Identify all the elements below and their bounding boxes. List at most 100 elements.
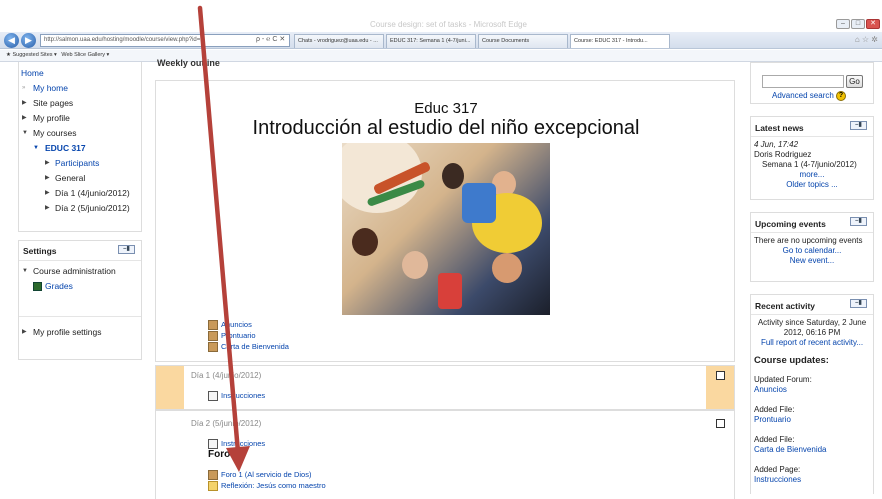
course-banner-image bbox=[342, 143, 550, 315]
forum-icon bbox=[208, 470, 218, 481]
bullet-icon: » bbox=[22, 85, 26, 91]
forward-icon[interactable]: ▶ bbox=[21, 33, 36, 48]
news-date: 4 Jun, 17:42 bbox=[754, 140, 799, 149]
upcoming-events-block: Upcoming events –▮ There are no upcoming … bbox=[750, 212, 874, 282]
nav-my-profile[interactable]: ▶ My profile bbox=[19, 111, 141, 126]
upcoming-events-header: Upcoming events –▮ bbox=[751, 213, 873, 233]
browser-tab[interactable]: EDUC 317: Semana 1 (4-7/juni... bbox=[386, 34, 476, 48]
maximize-icon[interactable]: □ bbox=[851, 19, 865, 29]
section-date: Día 2 (5/junio/2012) bbox=[191, 419, 262, 428]
settings-grades[interactable]: Grades bbox=[19, 279, 141, 294]
nav-my-courses[interactable]: ▼ My courses bbox=[19, 126, 141, 141]
browser-tab[interactable]: Chats - vrodriguez@uaa.edu - ... bbox=[294, 34, 384, 48]
back-icon[interactable]: ◀ bbox=[4, 33, 19, 48]
update-link[interactable]: Carta de Bienvenida bbox=[754, 445, 870, 455]
label-foro: Foro bbox=[208, 449, 231, 460]
resource-foro1[interactable]: Foro 1 (Al servicio de Dios) bbox=[208, 469, 311, 481]
grades-icon bbox=[33, 282, 42, 291]
update-kind: Added File: bbox=[754, 435, 795, 444]
section-checkbox[interactable] bbox=[716, 371, 725, 380]
browser-tab-active[interactable]: Course: EDUC 317 - Introdu... bbox=[570, 34, 670, 48]
course-content: Weekly outline Educ 317 Introducción al … bbox=[155, 58, 735, 499]
navigation-block: Home » My home ▶ Site pages ▶ My profile ▼ M… bbox=[18, 62, 142, 232]
search-block: Go Advanced search ? bbox=[750, 62, 874, 104]
dock-block-icon[interactable]: –▮ bbox=[850, 121, 867, 130]
address-controls[interactable]: ρ - ℮ C ✕ bbox=[256, 35, 285, 43]
nav-course-educ317[interactable]: ▼ EDUC 317 bbox=[19, 141, 141, 156]
no-events-text: There are no upcoming events bbox=[754, 236, 863, 245]
news-more-link[interactable]: more... bbox=[754, 170, 870, 180]
latest-news-block: Latest news –▮ 4 Jun, 17:42 Doris Rodrigu… bbox=[750, 116, 874, 200]
advanced-search-link[interactable]: Advanced search ? bbox=[772, 91, 847, 101]
page-icon bbox=[208, 391, 218, 402]
settings-profile[interactable]: ▶ My profile settings bbox=[19, 325, 141, 340]
settings-block: Settings –▮ ▼ Course administration Grade… bbox=[18, 240, 142, 360]
update-link[interactable]: Prontuario bbox=[754, 415, 870, 425]
news-subject: Semana 1 (4-7/junio/2012) bbox=[762, 160, 857, 169]
nav-dia2[interactable]: ▶ Día 2 (5/junio/2012) bbox=[19, 201, 141, 216]
moodle-page: Home » My home ▶ Site pages ▶ My profile ▼ M… bbox=[0, 58, 882, 499]
older-topics-link[interactable]: Older topics ... bbox=[754, 180, 870, 190]
favorite-suggested-sites[interactable]: Suggested Sites ▾ bbox=[12, 52, 56, 58]
nav-home[interactable]: Home bbox=[19, 66, 141, 81]
left-column: Home » My home ▶ Site pages ▶ My profile ▼ M… bbox=[18, 62, 142, 372]
recent-activity-block: Recent activity –▮ Activity since Saturda… bbox=[750, 294, 874, 494]
nav-dia1[interactable]: ▶ Día 1 (4/junio/2012) bbox=[19, 186, 141, 201]
address-bar[interactable]: http://salmon.uaa.edu/hosting/moodle/cou… bbox=[40, 34, 290, 47]
resource-carta[interactable]: Carta de Bienvenida bbox=[208, 341, 289, 353]
dock-block-icon[interactable]: –▮ bbox=[850, 217, 867, 226]
section-dia2: Día 2 (5/junio/2012) Instrucciones Foro … bbox=[155, 410, 735, 499]
search-input[interactable] bbox=[762, 75, 844, 88]
resource-anuncios[interactable]: Anuncios bbox=[208, 319, 252, 331]
course-name: Introducción al estudio del niño excepci… bbox=[252, 117, 640, 139]
browser-tab[interactable]: Course Documents bbox=[478, 34, 568, 48]
search-go-button[interactable]: Go bbox=[846, 75, 863, 88]
full-report-link[interactable]: Full report of recent activity... bbox=[754, 338, 870, 348]
section-highlight bbox=[156, 366, 184, 409]
folder-icon bbox=[208, 481, 218, 492]
update-link[interactable]: Anuncios bbox=[754, 385, 870, 395]
resource-instrucciones[interactable]: Instrucciones bbox=[208, 390, 265, 402]
collapse-arrow-icon: ▼ bbox=[22, 130, 28, 136]
help-icon[interactable]: ? bbox=[836, 91, 847, 101]
favorites-bar: ★ Suggested Sites ▾ Web Slice Gallery ▾ bbox=[0, 50, 882, 62]
news-author: Doris Rodriguez bbox=[754, 150, 812, 159]
nav-participants[interactable]: ▶ Participants bbox=[19, 156, 141, 171]
browser-titlebar: Course design: set of tasks - Microsoft … bbox=[0, 0, 882, 30]
window-controls: – □ ✕ bbox=[836, 19, 880, 29]
expand-arrow-icon: ▶ bbox=[22, 115, 27, 121]
calendar-link[interactable]: Go to calendar... bbox=[754, 246, 870, 256]
nav-general[interactable]: ▶ General bbox=[19, 171, 141, 186]
nav-my-home[interactable]: » My home bbox=[19, 81, 141, 96]
new-event-link[interactable]: New event... bbox=[754, 256, 870, 266]
resource-instrucciones[interactable]: Instrucciones bbox=[208, 438, 265, 450]
favorite-web-slice[interactable]: Web Slice Gallery ▾ bbox=[61, 52, 109, 58]
right-column: Go Advanced search ? Latest news –▮ 4 Jun… bbox=[750, 62, 874, 499]
divider bbox=[19, 316, 141, 317]
collapse-arrow-icon: ▼ bbox=[22, 268, 28, 274]
dock-block-icon[interactable]: –▮ bbox=[850, 299, 867, 308]
update-kind: Added File: bbox=[754, 405, 795, 414]
dock-block-icon[interactable]: –▮ bbox=[118, 245, 135, 254]
minimize-icon[interactable]: – bbox=[836, 19, 850, 29]
resource-prontuario[interactable]: Prontuario bbox=[208, 330, 256, 342]
resource-reflexion[interactable]: Reflexión: Jesús como maestro bbox=[208, 480, 326, 492]
expand-arrow-icon: ▶ bbox=[22, 100, 27, 106]
close-icon[interactable]: ✕ bbox=[866, 19, 880, 29]
update-link[interactable]: Instrucciones bbox=[754, 475, 870, 485]
activity-since: Activity since Saturday, 2 June 2012, 06… bbox=[757, 318, 867, 337]
expand-arrow-icon: ▶ bbox=[45, 190, 50, 196]
update-kind: Added Page: bbox=[754, 465, 801, 474]
toolbar-icons[interactable]: ⌂ ☆ ✲ bbox=[855, 35, 878, 44]
nav-site-pages[interactable]: ▶ Site pages bbox=[19, 96, 141, 111]
file-icon bbox=[208, 342, 218, 353]
course-code: Educ 317 bbox=[414, 100, 478, 117]
file-icon bbox=[208, 331, 218, 342]
expand-arrow-icon: ▶ bbox=[45, 205, 50, 211]
settings-header: Settings –▮ bbox=[19, 241, 141, 261]
section-checkbox[interactable] bbox=[716, 419, 725, 428]
settings-course-admin[interactable]: ▼ Course administration bbox=[19, 264, 141, 279]
course-updates-heading: Course updates: bbox=[754, 355, 829, 366]
favorites-star-icon[interactable]: ★ bbox=[6, 52, 11, 58]
section-general: Educ 317 Introducción al estudio del niñ… bbox=[155, 80, 735, 362]
